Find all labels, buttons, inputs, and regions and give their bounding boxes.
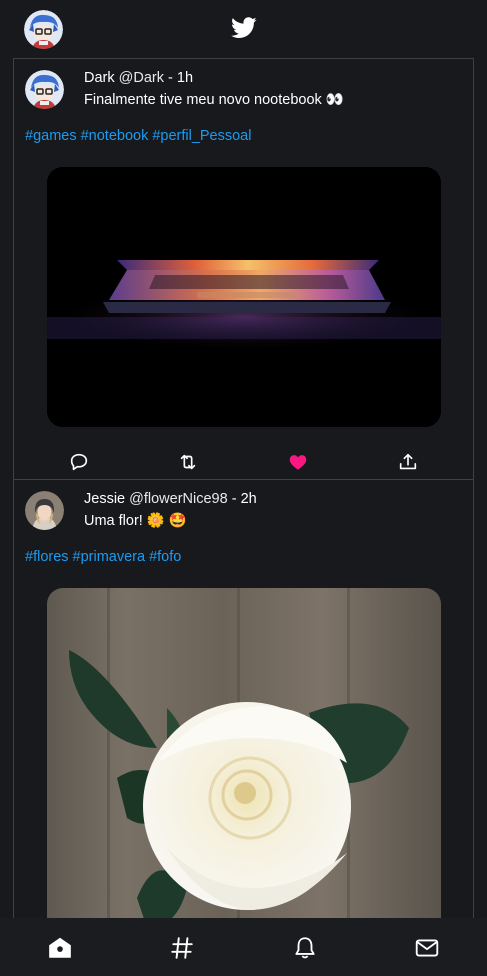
explore-hashtag-icon[interactable] — [169, 935, 195, 961]
retweet-icon[interactable] — [177, 451, 199, 473]
share-icon[interactable] — [397, 451, 419, 473]
tweet-time: - 1h — [168, 70, 194, 86]
tweet-card[interactable]: Jessie @flowerNice98 - 2h Uma flor! 🌼 🤩 … — [14, 480, 473, 976]
tweet-actions — [14, 451, 473, 475]
tweet-header: Dark @Dark - 1h — [84, 70, 193, 86]
hashtag-link[interactable]: #notebook — [81, 128, 149, 144]
author-name[interactable]: Jessie — [84, 491, 125, 507]
hashtag-link[interactable]: #fofo — [149, 549, 181, 565]
messages-mail-icon[interactable] — [414, 935, 440, 961]
timeline-feed: Dark @Dark - 1h Finalmente tive meu novo… — [13, 58, 474, 976]
author-name[interactable]: Dark — [84, 70, 115, 86]
tweet-text: Finalmente tive meu novo nootebook 👀 — [84, 92, 344, 108]
tweet-author-avatar[interactable] — [25, 70, 64, 109]
notifications-bell-icon[interactable] — [292, 935, 318, 961]
author-handle[interactable]: @flowerNice98 — [129, 491, 228, 507]
tweet-card[interactable]: Dark @Dark - 1h Finalmente tive meu novo… — [14, 58, 473, 480]
twitter-bird-icon[interactable] — [231, 17, 257, 39]
hashtag-link[interactable]: #perfil_Pessoal — [152, 128, 251, 144]
tweet-time: - 2h — [231, 491, 257, 507]
hashtag-link[interactable]: #games — [25, 128, 77, 144]
like-icon[interactable] — [287, 451, 309, 473]
hashtag-link[interactable]: #flores — [25, 549, 69, 565]
tweet-hashtags: #flores #primavera #fofo — [25, 549, 185, 565]
profile-avatar[interactable] — [24, 10, 63, 49]
tweet-author-avatar[interactable] — [25, 491, 64, 530]
tweet-text: Uma flor! 🌼 🤩 — [84, 513, 187, 529]
laptop-photo[interactable] — [47, 167, 441, 427]
hashtag-link[interactable]: #primavera — [73, 549, 146, 565]
bottom-navigation — [0, 918, 487, 976]
author-handle[interactable]: @Dark — [119, 70, 164, 86]
home-icon[interactable] — [47, 935, 73, 961]
top-bar — [0, 0, 487, 58]
tweet-hashtags: #games #notebook #perfil_Pessoal — [25, 128, 255, 144]
reply-icon[interactable] — [68, 451, 90, 473]
tweet-header: Jessie @flowerNice98 - 2h — [84, 491, 257, 507]
